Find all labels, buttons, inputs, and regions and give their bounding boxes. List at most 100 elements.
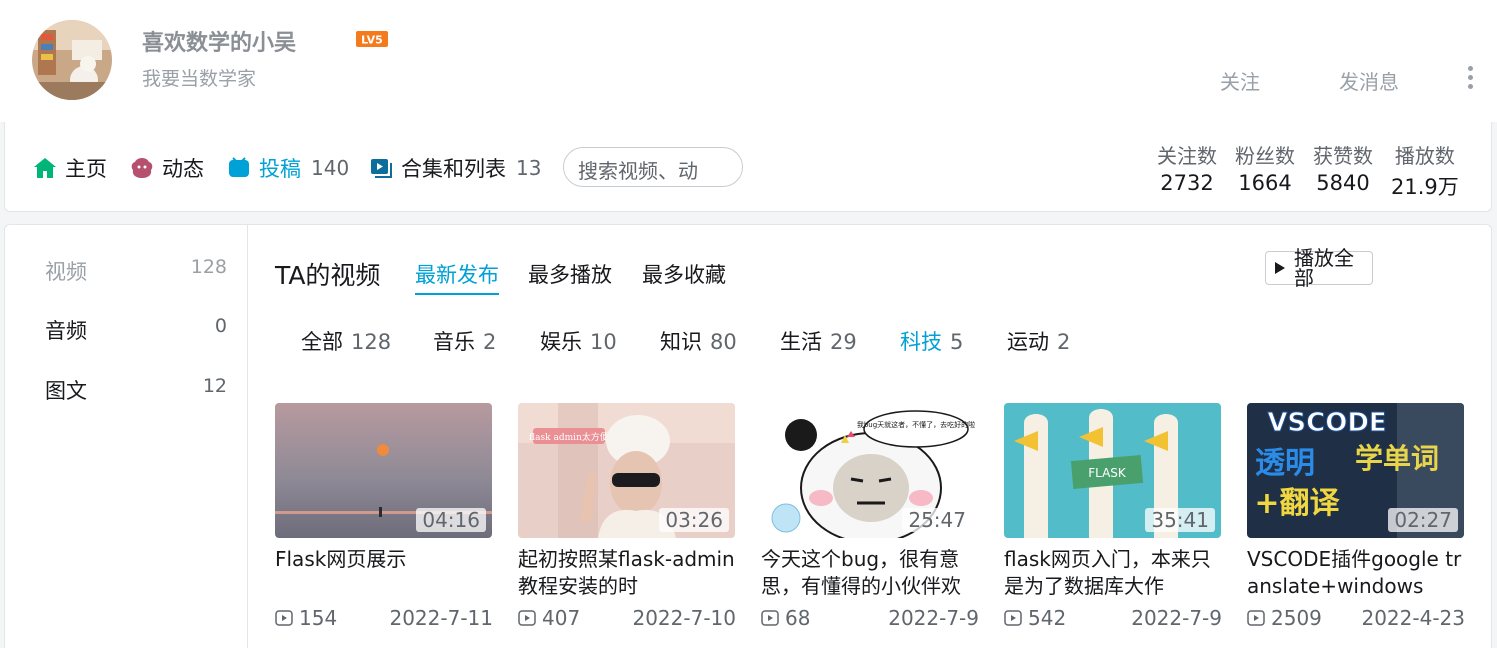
category-label: 运动 <box>1007 330 1049 354</box>
avatar[interactable] <box>32 20 112 100</box>
sidebar-item-count: 12 <box>202 375 227 397</box>
video-plays-value: 407 <box>542 606 581 630</box>
sidebar-item-audio[interactable]: 音频 0 <box>45 315 227 345</box>
tab-collections-count: 13 <box>516 156 542 180</box>
tab-dynamic-label: 动态 <box>162 157 204 181</box>
video-thumbnail[interactable]: FLASK 35:41 <box>1004 403 1221 538</box>
category-label: 全部 <box>301 330 343 354</box>
category-label: 科技 <box>900 330 942 354</box>
dynamic-icon <box>131 158 153 178</box>
video-title[interactable]: VSCODE插件google translate+windows <box>1247 546 1465 600</box>
video-plays-value: 542 <box>1028 606 1067 630</box>
play-all-button[interactable]: 播放全部 <box>1265 246 1373 290</box>
video-thumbnail[interactable]: VSCODE 透明 学单词 +翻译 02:27 <box>1247 403 1464 538</box>
play-icon <box>1275 262 1285 274</box>
category-count: 2 <box>483 330 497 354</box>
video-date: 2022-7-10 <box>632 606 736 630</box>
video-meta: 2509 2022-4-23 <box>1247 606 1465 630</box>
category-label: 娱乐 <box>540 330 582 354</box>
sidebar-item-label: 音频 <box>45 319 87 343</box>
sidebar: 视频 128 音频 0 图文 12 <box>5 225 248 648</box>
video-title[interactable]: flask网页入门，本来只是为了数据库大作 <box>1004 546 1222 600</box>
stat-value: 2732 <box>1160 171 1214 195</box>
category-count: 128 <box>351 330 392 354</box>
video-plays-value: 2509 <box>1271 606 1322 630</box>
video-meta: 68 2022-7-9 <box>761 606 979 630</box>
username[interactable]: 喜欢数学的小吴 <box>142 25 296 57</box>
video-plays: 2509 <box>1247 606 1322 630</box>
category-label: 生活 <box>780 330 822 354</box>
tab-home[interactable]: 主页 <box>33 153 107 183</box>
video-card: 04:16 Flask网页展示 154 2022-7-11 <box>275 403 493 630</box>
video-plays-value: 68 <box>785 606 811 630</box>
play-count-icon <box>761 610 779 626</box>
svg-text:FLASK: FLASK <box>1088 466 1127 480</box>
video-meta: 154 2022-7-11 <box>275 606 493 630</box>
video-thumbnail[interactable]: 我bug天就这者，不懂了，去吃好的啦 25:47 <box>761 403 978 538</box>
video-date: 2022-7-11 <box>389 606 493 630</box>
play-all-label: 播放全部 <box>1294 246 1354 290</box>
tab-collections[interactable]: 合集和列表 13 <box>369 153 541 183</box>
stat-label: 粉丝数 <box>1235 144 1295 168</box>
svg-text:我bug天就这者，不懂了，去吃好的啦: 我bug天就这者，不懂了，去吃好的啦 <box>857 420 975 429</box>
video-plays-value: 154 <box>299 606 338 630</box>
video-thumbnail[interactable]: flask admin太方便 03:26 <box>518 403 735 538</box>
sort-most-played[interactable]: 最多播放 <box>528 259 612 289</box>
svg-text:LV5: LV5 <box>361 34 383 47</box>
category-count: 5 <box>950 330 964 354</box>
profile-header: 喜欢数学的小吴 LV5 我要当数学家 关注 发消息 <box>0 0 1497 122</box>
play-count-icon <box>1004 610 1022 626</box>
stat-label: 获赞数 <box>1313 144 1373 168</box>
tab-uploads[interactable]: 投稿 140 <box>227 153 349 183</box>
category-count: 10 <box>590 330 617 354</box>
stat-label: 播放数 <box>1394 144 1455 168</box>
video-date: 2022-7-9 <box>1131 606 1222 630</box>
category-label: 知识 <box>660 330 702 354</box>
sort-most-favorited[interactable]: 最多收藏 <box>642 259 726 289</box>
follow-button[interactable]: 关注 <box>1220 66 1260 95</box>
category-label: 音乐 <box>433 330 475 354</box>
upload-icon <box>229 157 249 177</box>
category-count: 2 <box>1057 330 1071 354</box>
sidebar-item-label: 图文 <box>45 379 87 403</box>
sort-newest[interactable]: 最新发布 <box>415 259 499 295</box>
sidebar-item-article[interactable]: 图文 12 <box>45 375 227 405</box>
video-title[interactable]: Flask网页展示 <box>275 546 493 600</box>
category-entertainment[interactable]: 娱乐 10 <box>540 326 617 356</box>
stat-plays: 播放数 21.9万 <box>1391 140 1459 201</box>
play-count-icon <box>518 610 536 626</box>
svg-text:flask admin太方便: flask admin太方便 <box>529 431 609 443</box>
sidebar-item-video[interactable]: 视频 128 <box>45 256 227 286</box>
video-title[interactable]: 起初按照某flask-admin教程安装的时 <box>518 546 736 600</box>
category-music[interactable]: 音乐 2 <box>433 326 496 356</box>
video-thumbnail[interactable]: 04:16 <box>275 403 492 538</box>
message-button[interactable]: 发消息 <box>1339 66 1399 95</box>
tab-uploads-count: 140 <box>311 156 350 180</box>
tab-collections-label: 合集和列表 <box>401 157 506 181</box>
content-panel: 视频 128 音频 0 图文 12 TA的视频 最新发布 最多播放 最多收藏 播… <box>4 224 1492 648</box>
profile-nav: 主页 动态 投稿 140 合集和列表 13 搜索视频、动 关注数 2732 粉丝… <box>4 122 1492 212</box>
video-meta: 542 2022-7-9 <box>1004 606 1222 630</box>
stat-following[interactable]: 关注数 2732 <box>1157 140 1217 195</box>
video-title[interactable]: 今天这个bug，很有意思，有懂得的小伙伴欢 <box>761 546 979 600</box>
category-sports[interactable]: 运动 2 <box>1007 326 1070 356</box>
video-duration: 35:41 <box>1145 508 1215 532</box>
more-options-icon[interactable] <box>1462 66 1478 94</box>
category-life[interactable]: 生活 29 <box>780 326 857 356</box>
video-duration: 03:26 <box>659 508 729 532</box>
category-knowledge[interactable]: 知识 80 <box>660 326 737 356</box>
svg-text:透明: 透明 <box>1255 446 1315 481</box>
stat-value: 5840 <box>1316 171 1370 195</box>
svg-text:学单词: 学单词 <box>1355 442 1439 475</box>
video-duration: 25:47 <box>902 508 972 532</box>
svg-text:+翻译: +翻译 <box>1254 486 1340 521</box>
stat-followers[interactable]: 粉丝数 1664 <box>1235 140 1295 195</box>
category-all[interactable]: 全部 128 <box>301 326 391 356</box>
home-icon <box>34 158 56 178</box>
search-input[interactable]: 搜索视频、动 <box>563 147 743 187</box>
tab-dynamic[interactable]: 动态 <box>130 153 204 183</box>
sidebar-item-count: 0 <box>214 315 227 337</box>
video-card: FLASK 35:41 flask网页入门，本来只是为了数据库大作 542 20… <box>1004 403 1222 630</box>
video-plays: 68 <box>761 606 810 630</box>
category-tech[interactable]: 科技 5 <box>900 326 963 356</box>
